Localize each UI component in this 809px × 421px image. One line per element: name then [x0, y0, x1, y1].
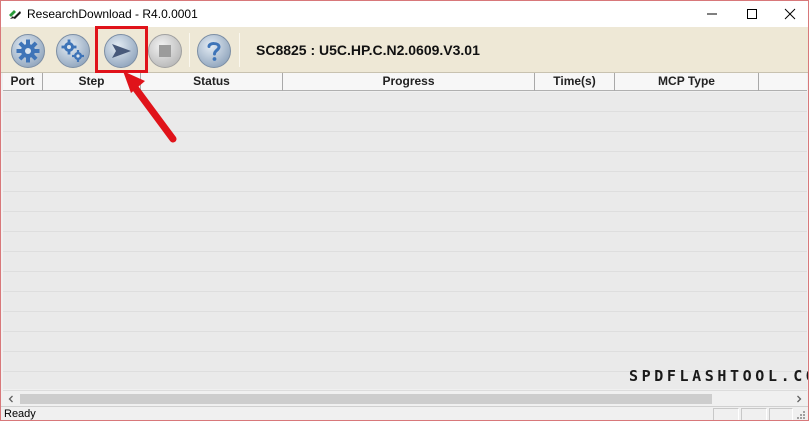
horizontal-scrollbar[interactable] [3, 390, 807, 406]
stop-download-button[interactable] [147, 33, 183, 69]
double-gear-icon [56, 34, 90, 68]
maximize-button[interactable] [733, 1, 771, 27]
column-header-filler [759, 73, 807, 91]
toolbar-separator [189, 33, 190, 67]
app-window: ResearchDownload - R4.0.0001 SC8825: U5… [0, 0, 809, 421]
status-panel [741, 408, 767, 420]
chevron-left-icon [8, 395, 13, 403]
column-header-port[interactable]: Port [3, 73, 43, 91]
column-header-mcp-type[interactable]: MCP Type [615, 73, 759, 91]
resize-grip-icon[interactable] [796, 410, 806, 420]
column-header-progress[interactable]: Progress [283, 73, 535, 91]
stop-square-icon [148, 34, 182, 68]
scroll-right-button[interactable] [791, 391, 807, 407]
question-mark-icon [197, 34, 231, 68]
minimize-icon [707, 13, 717, 15]
scroll-thumb[interactable] [20, 394, 712, 404]
column-header-time[interactable]: Time(s) [535, 73, 615, 91]
gear-icon [11, 34, 45, 68]
red-arrow-icon [123, 71, 177, 143]
settings-button[interactable] [55, 33, 91, 69]
chevron-right-icon [797, 395, 802, 403]
scroll-left-button[interactable] [3, 391, 19, 407]
title-bar: ResearchDownload - R4.0.0001 [1, 1, 808, 27]
highlight-rectangle [95, 26, 148, 73]
site-watermark: SPDFLASHTOOL.COM [629, 367, 808, 385]
minimize-button[interactable] [693, 1, 731, 27]
maximize-icon [747, 9, 757, 19]
load-packet-button[interactable] [10, 33, 46, 69]
status-text: Ready [4, 408, 36, 420]
status-panel [713, 408, 739, 420]
app-logo-icon [7, 6, 23, 22]
help-button[interactable] [196, 33, 232, 69]
status-panel [769, 408, 793, 420]
close-icon [784, 8, 796, 20]
toolbar-separator [239, 33, 240, 67]
window-title: ResearchDownload - R4.0.0001 [27, 7, 198, 21]
status-bar: Ready [1, 406, 808, 420]
close-button[interactable] [771, 1, 808, 27]
firmware-version-label: SC8825 : U5C.HP.C.N2.0609.V3.01 [256, 42, 480, 58]
